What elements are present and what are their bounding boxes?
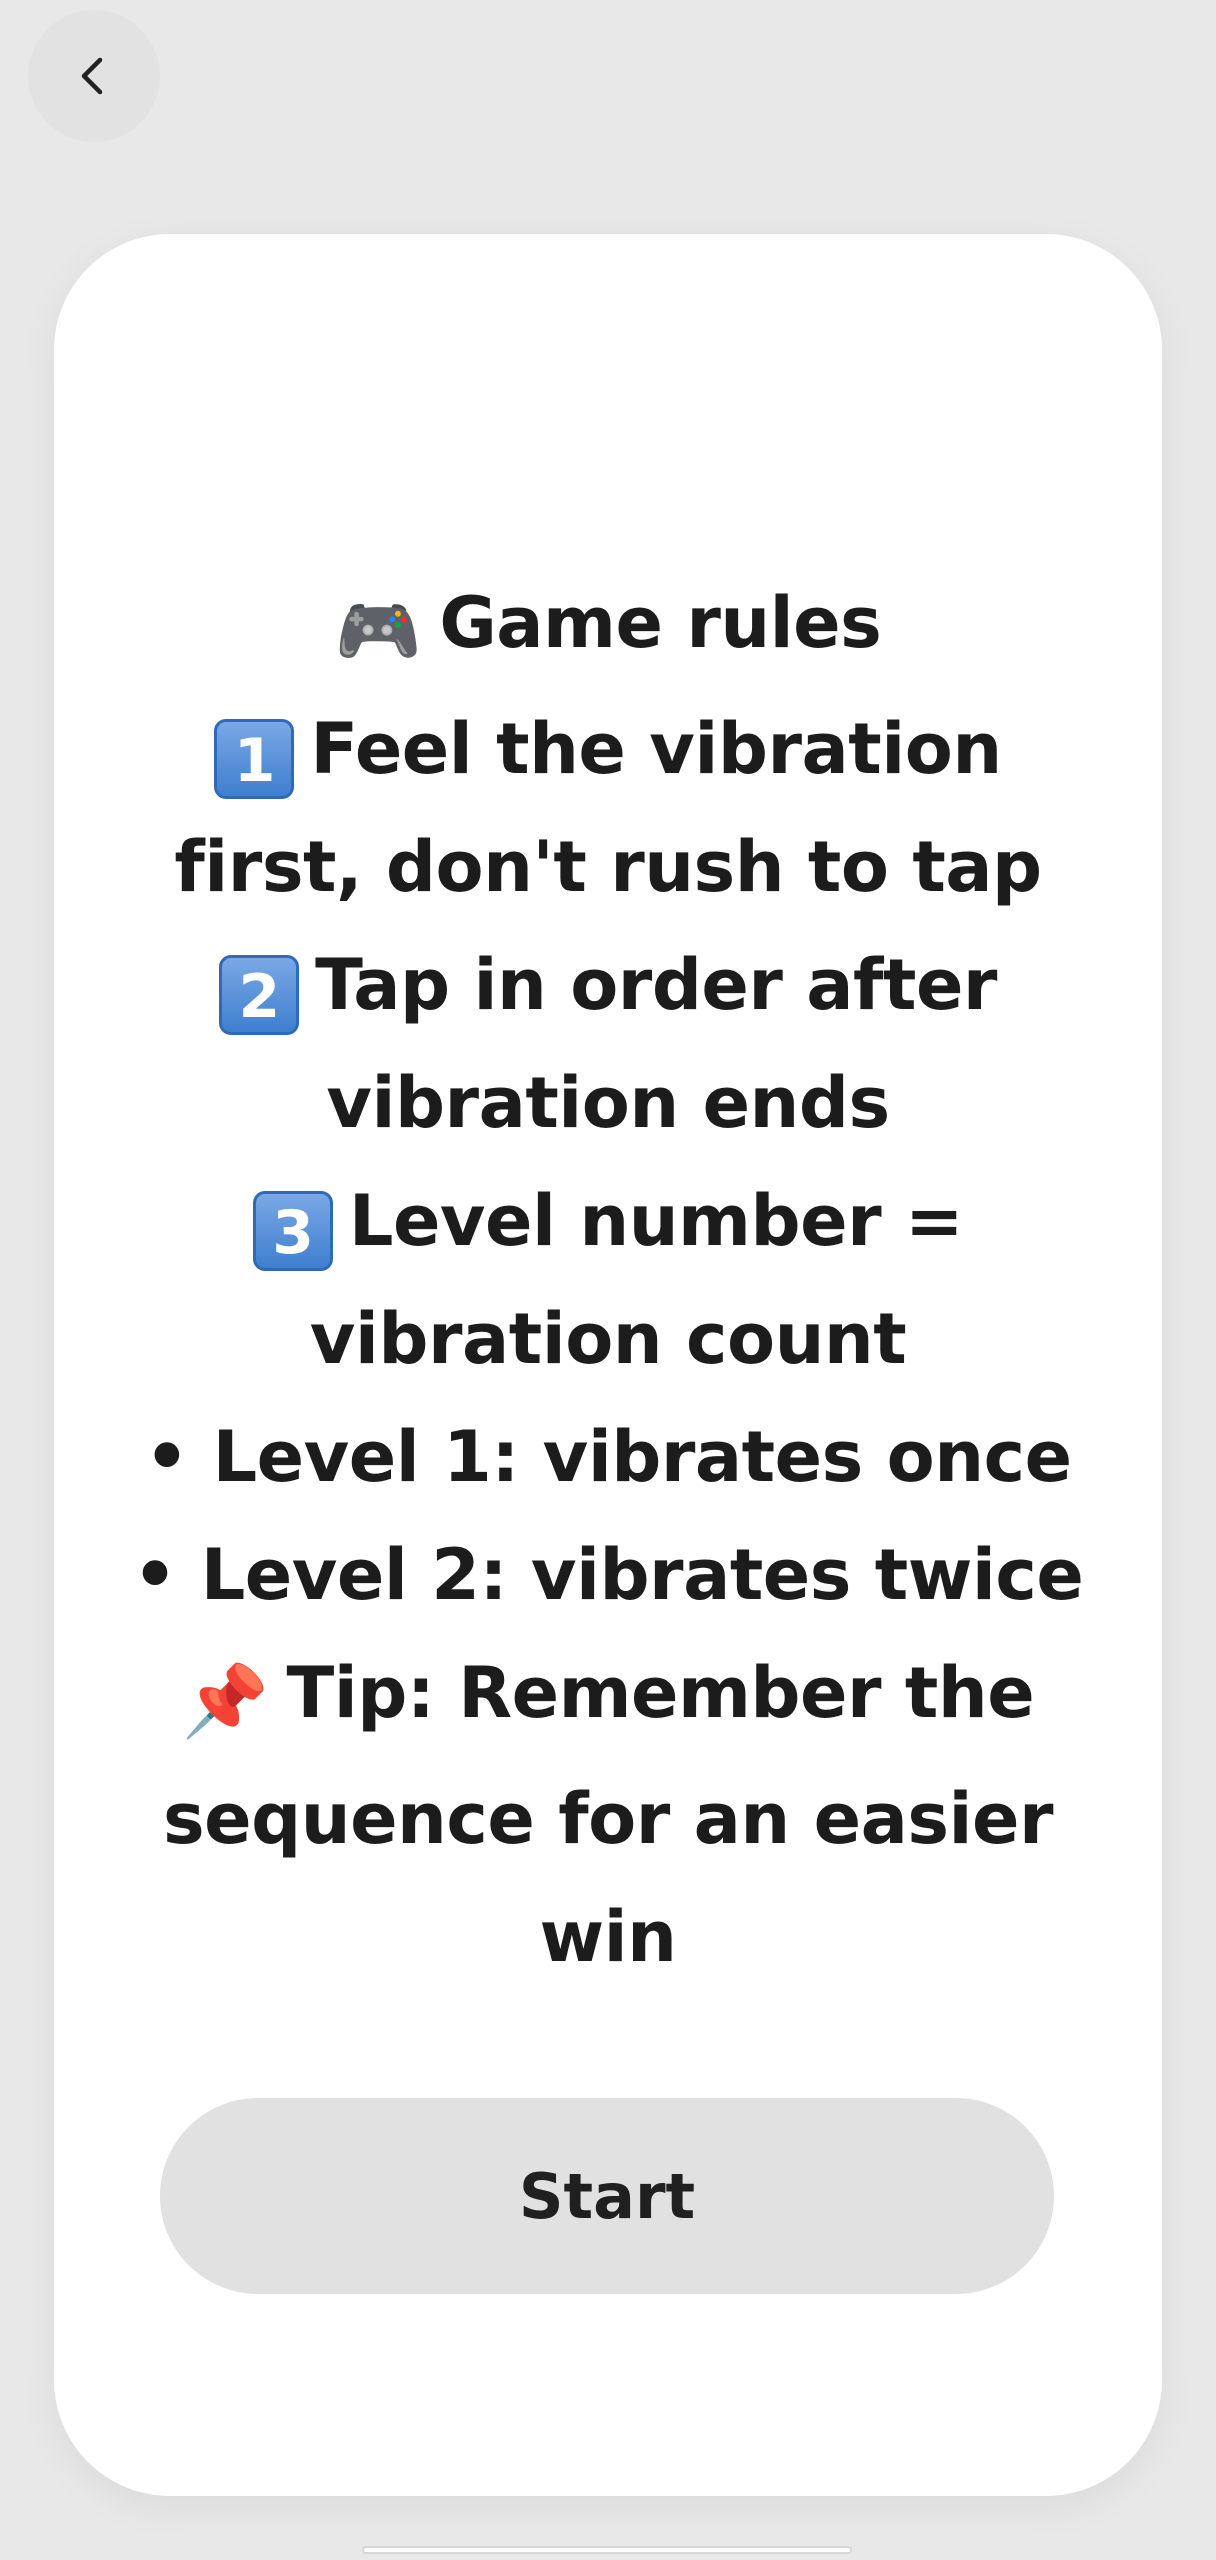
rule-1-continued: first, don't rush to tap [174, 826, 1042, 908]
tip-continued-2: win [539, 1896, 678, 1978]
game-controller-icon: 🎮 [334, 590, 422, 672]
tip-continued-1: sequence for an easier [163, 1778, 1053, 1860]
bullet-level-2: • Level 2: vibrates twice [132, 1534, 1084, 1616]
pushpin-icon: 📌 [181, 1660, 269, 1742]
rules-text: 🎮 Game rules 1 Feel the vibration first, d… [114, 564, 1102, 1996]
tip: 📌 Tip: Remember the [114, 1634, 1102, 1760]
rule-3-continued: vibration count [309, 1298, 907, 1380]
rule-2: 2 Tap in order after [114, 926, 1102, 1044]
bullet-level-1: • Level 1: vibrates once [144, 1416, 1072, 1498]
rules-title: 🎮 Game rules [114, 564, 1102, 690]
keycap-2-icon: 2 [219, 955, 300, 1035]
back-button[interactable] [28, 10, 160, 142]
rule-3: 3 Level number = [114, 1162, 1102, 1280]
start-button[interactable]: Start [160, 2098, 1054, 2294]
rule-1: 1 Feel the vibration [114, 690, 1102, 808]
keycap-3-icon: 3 [252, 1191, 333, 1271]
home-indicator [362, 2546, 852, 2554]
rules-card: 🎮 Game rules 1 Feel the vibration first, d… [54, 234, 1162, 2496]
rule-2-continued: vibration ends [326, 1062, 890, 1144]
chevron-left-icon [81, 57, 103, 95]
keycap-1-icon: 1 [214, 719, 295, 799]
